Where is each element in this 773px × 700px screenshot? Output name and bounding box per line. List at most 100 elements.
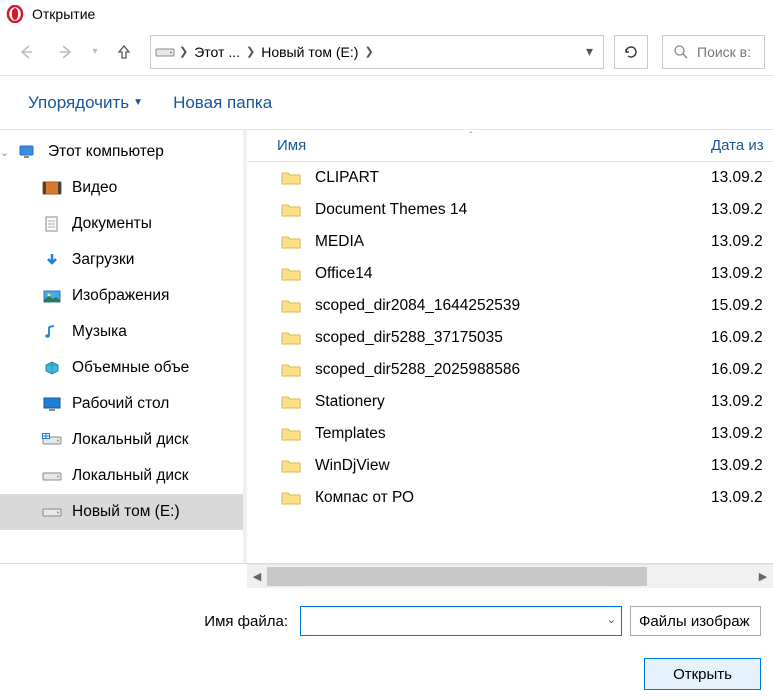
folder-icon bbox=[281, 362, 301, 378]
file-name: CLIPART bbox=[315, 169, 711, 187]
sort-indicator-icon: ˆ bbox=[469, 131, 472, 142]
open-button[interactable]: Открыть bbox=[644, 658, 761, 690]
folder-icon bbox=[281, 170, 301, 186]
breadcrumb-pc[interactable]: Этот ... bbox=[192, 44, 242, 60]
toolbar: Упорядочить ▼ Новая папка bbox=[0, 76, 773, 130]
file-row[interactable]: Office1413.09.2 bbox=[247, 258, 773, 290]
file-pane: ˆ Имя Дата из CLIPART13.09.2Document The… bbox=[247, 130, 773, 563]
sidebar-item[interactable]: Загрузки bbox=[0, 242, 243, 278]
file-date: 13.09.2 bbox=[711, 425, 773, 443]
sidebar-item-label: Изображения bbox=[72, 287, 169, 305]
recent-dropdown-icon[interactable]: ▾ bbox=[88, 36, 102, 68]
sidebar-item[interactable]: Локальный диск bbox=[0, 422, 243, 458]
folder-icon bbox=[281, 202, 301, 218]
horizontal-scrollbar[interactable]: ◀ ▶ bbox=[247, 564, 773, 588]
new-folder-label: Новая папка bbox=[173, 93, 272, 113]
file-list[interactable]: CLIPART13.09.2Document Themes 1413.09.2M… bbox=[247, 162, 773, 563]
column-headers: ˆ Имя Дата из bbox=[247, 130, 773, 162]
sidebar-item[interactable]: Объемные объе bbox=[0, 350, 243, 386]
file-name: Компас от РО bbox=[315, 489, 711, 507]
footer: Имя файла: ⌄ Файлы изображ Открыть bbox=[0, 588, 773, 700]
scroll-right-icon[interactable]: ▶ bbox=[753, 565, 773, 588]
window-title: Открытие bbox=[32, 6, 95, 22]
chevron-down-icon: ▼ bbox=[133, 97, 143, 108]
file-row[interactable]: WinDjView13.09.2 bbox=[247, 450, 773, 482]
file-name: Office14 bbox=[315, 265, 711, 283]
folder-icon bbox=[281, 426, 301, 442]
file-row[interactable]: scoped_dir2084_164425253915.09.2 bbox=[247, 290, 773, 322]
folder-icon bbox=[281, 490, 301, 506]
file-date: 16.09.2 bbox=[711, 361, 773, 379]
sidebar-item[interactable]: ⌄ Этот компьютер bbox=[0, 134, 243, 170]
refresh-button[interactable] bbox=[614, 35, 648, 69]
chevron-right-icon[interactable]: ❯ bbox=[360, 45, 377, 58]
organize-label: Упорядочить bbox=[28, 93, 129, 113]
scroll-left-icon[interactable]: ◀ bbox=[247, 565, 267, 588]
sidebar-item[interactable]: Документы bbox=[0, 206, 243, 242]
column-date[interactable]: Дата из bbox=[711, 137, 773, 154]
titlebar: Открытие bbox=[0, 0, 773, 28]
up-button[interactable] bbox=[106, 36, 142, 68]
sidebar-item-label: Загрузки bbox=[72, 251, 134, 269]
folder-icon bbox=[281, 458, 301, 474]
main-area: ⌄ Этот компьютер Видео Документы Загрузки Изо… bbox=[0, 130, 773, 564]
file-date: 13.09.2 bbox=[711, 201, 773, 219]
back-button[interactable] bbox=[8, 36, 44, 68]
file-name: Stationery bbox=[315, 393, 711, 411]
folder-icon bbox=[281, 298, 301, 314]
column-name[interactable]: Имя bbox=[247, 137, 711, 154]
opera-icon bbox=[6, 5, 24, 23]
file-date: 13.09.2 bbox=[711, 169, 773, 187]
downloads-icon bbox=[42, 252, 62, 268]
file-date: 13.09.2 bbox=[711, 265, 773, 283]
sidebar-item[interactable]: Новый том (E:) bbox=[0, 494, 243, 530]
sidebar-item-label: Объемные объе bbox=[72, 359, 189, 377]
file-name: MEDIA bbox=[315, 233, 711, 251]
file-date: 13.09.2 bbox=[711, 457, 773, 475]
sidebar-item-label: Этот компьютер bbox=[48, 143, 164, 161]
file-row[interactable]: scoped_dir5288_202598858616.09.2 bbox=[247, 354, 773, 386]
chevron-down-icon[interactable]: ▾ bbox=[586, 43, 599, 60]
chevron-right-icon[interactable]: ❯ bbox=[175, 45, 192, 58]
filename-label: Имя файла: bbox=[12, 613, 292, 630]
file-name: WinDjView bbox=[315, 457, 711, 475]
search-icon bbox=[673, 44, 689, 60]
expander-icon[interactable]: ⌄ bbox=[0, 146, 9, 159]
file-row[interactable]: Stationery13.09.2 bbox=[247, 386, 773, 418]
scroll-thumb[interactable] bbox=[267, 567, 647, 586]
breadcrumb[interactable]: ❯ Этот ... ❯ Новый том (E:) ❯ ▾ bbox=[150, 35, 604, 69]
sidebar-item[interactable]: Видео bbox=[0, 170, 243, 206]
folder-icon bbox=[281, 234, 301, 250]
sidebar-item[interactable]: Музыка bbox=[0, 314, 243, 350]
sidebar-item-label: Рабочий стол bbox=[72, 395, 169, 413]
file-row[interactable]: Document Themes 1413.09.2 bbox=[247, 194, 773, 226]
sidebar-item-label: Новый том (E:) bbox=[72, 503, 180, 521]
sidebar-item-label: Документы bbox=[72, 215, 152, 233]
docs-icon bbox=[42, 216, 62, 232]
sidebar-item[interactable]: Локальный диск bbox=[0, 458, 243, 494]
file-row[interactable]: MEDIA13.09.2 bbox=[247, 226, 773, 258]
file-date: 13.09.2 bbox=[711, 233, 773, 251]
file-date: 15.09.2 bbox=[711, 297, 773, 315]
search-input[interactable]: Поиск в: Н bbox=[662, 35, 765, 69]
file-name: Templates bbox=[315, 425, 711, 443]
file-date: 13.09.2 bbox=[711, 489, 773, 507]
sidebar-item[interactable]: Изображения bbox=[0, 278, 243, 314]
forward-button[interactable] bbox=[48, 36, 84, 68]
breadcrumb-drive[interactable]: Новый том (E:) bbox=[259, 44, 360, 60]
folder-icon bbox=[281, 330, 301, 346]
chevron-right-icon[interactable]: ❯ bbox=[242, 45, 259, 58]
search-placeholder: Поиск в: Н bbox=[697, 44, 754, 60]
file-date: 13.09.2 bbox=[711, 393, 773, 411]
file-row[interactable]: CLIPART13.09.2 bbox=[247, 162, 773, 194]
organize-menu[interactable]: Упорядочить ▼ bbox=[28, 93, 143, 113]
file-row[interactable]: Компас от РО13.09.2 bbox=[247, 482, 773, 514]
filetype-dropdown[interactable]: Файлы изображ bbox=[630, 606, 761, 636]
drive-os-icon bbox=[42, 432, 62, 448]
file-name: scoped_dir5288_37175035 bbox=[315, 329, 711, 347]
file-row[interactable]: scoped_dir5288_3717503516.09.2 bbox=[247, 322, 773, 354]
sidebar-item[interactable]: Рабочий стол bbox=[0, 386, 243, 422]
new-folder-button[interactable]: Новая папка bbox=[173, 93, 272, 113]
filename-input[interactable] bbox=[300, 606, 622, 636]
file-row[interactable]: Templates13.09.2 bbox=[247, 418, 773, 450]
